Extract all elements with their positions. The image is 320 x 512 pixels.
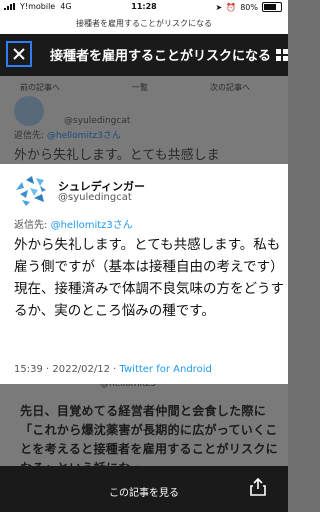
viewer-header: 接種者を雇用することがリスクになる	[0, 34, 288, 76]
reply-label: 返信先:	[14, 131, 45, 141]
background-handle: @syuledingcat	[64, 116, 131, 126]
reply-label: 返信先:	[14, 220, 48, 231]
grid-icon[interactable]	[276, 49, 290, 61]
reply-to: 返信先: @hellomitz3さん	[14, 216, 133, 231]
nav-list[interactable]: 一覧	[132, 82, 148, 93]
tweet-meta: 15:39 · 2022/02/12 · Twitter for Android	[14, 364, 212, 375]
alarm-icon: ⏰	[226, 2, 237, 12]
background-reply: 返信先: @hellomitz3さん	[14, 128, 121, 141]
share-icon[interactable]	[250, 478, 266, 496]
view-article-button[interactable]: この記事を見る	[0, 484, 288, 499]
status-right: ➤ ⏰ 80%	[216, 2, 282, 12]
reply-mention-link[interactable]: @hellomitz3さん	[51, 220, 133, 231]
close-icon	[13, 48, 25, 60]
avatar	[14, 96, 44, 126]
reply-mention: @hellomitz3さん	[46, 131, 121, 141]
nav-next[interactable]: 次の記事へ	[210, 82, 250, 93]
page-url-title[interactable]: 接種者を雇用することがリスクになる	[0, 14, 288, 34]
tweet-timestamp[interactable]: 15:39 · 2022/02/12 ·	[14, 364, 120, 375]
battery-percent: 80%	[240, 2, 258, 12]
bottom-bar: この記事を見る	[0, 466, 288, 512]
tweet-source-link[interactable]: Twitter for Android	[120, 364, 212, 375]
avatar-icon[interactable]	[12, 172, 48, 208]
tweet-card[interactable]: シュレディンガー @syuledingcat 返信先: @hellomitz3さ…	[0, 164, 288, 384]
nav-prev[interactable]: 前の記事へ	[20, 82, 60, 93]
header-title: 接種者を雇用することがリスクになる	[50, 49, 272, 64]
background-tweet-text: 外から失礼します。とても共感しま	[14, 148, 220, 163]
close-button[interactable]	[6, 41, 32, 67]
tweet-author-handle[interactable]: @syuledingcat	[58, 192, 132, 203]
tweet-text: 外から失礼します。とても共感します。私も雇う側ですが（基本は接種自由の考えです）…	[14, 237, 284, 319]
location-icon: ➤	[215, 2, 223, 12]
battery-icon	[262, 2, 282, 12]
status-bar: Y!mobile 4G 11:28 ➤ ⏰ 80%	[0, 0, 288, 14]
